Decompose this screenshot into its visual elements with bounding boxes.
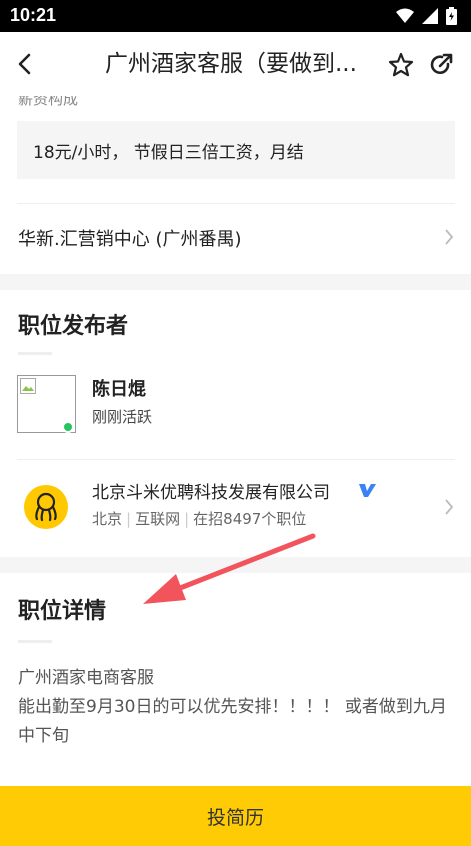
company-openings: 在招8497个职位: [193, 510, 307, 528]
separator: |: [126, 510, 132, 528]
job-info-card: 薪资构成 18元/小时， 节假日三倍工资，月结 华新.汇营销中心 (广州番禺): [0, 96, 471, 274]
company-industry: 互联网: [135, 510, 181, 528]
page-title: 广州酒家客服（要做到...: [105, 51, 357, 77]
title-underline: [18, 352, 52, 355]
online-status-dot: [62, 421, 74, 433]
battery-icon: [446, 7, 457, 25]
apply-resume-button[interactable]: 投简历: [0, 786, 471, 846]
divider: [17, 203, 455, 204]
company-row[interactable]: 北京斗米优聘科技发展有限公司 北京 | 互联网 | 在招8497个职位: [0, 462, 471, 552]
salary-section-label: 薪资构成: [18, 96, 79, 108]
status-icons: [396, 7, 457, 25]
wifi-icon: [396, 8, 414, 23]
publisher-activity-status: 刚刚活跃: [92, 408, 153, 426]
publisher-card: 职位发布者 陈日焜 刚刚活跃 北京斗米优聘科技发展有限公司 北京 | 互联网 | 在招8…: [0, 290, 471, 557]
company-logo: [24, 485, 68, 529]
share-icon[interactable]: [427, 51, 455, 79]
job-detail-card: 职位详情 广州酒家电商客服 能出勤至9月30日的可以优先安排！！！！ 或者做到九…: [0, 573, 471, 786]
company-meta: 北京 | 互联网 | 在招8497个职位: [92, 508, 306, 529]
chevron-right-icon: [445, 229, 454, 245]
top-nav-bar: 广州酒家客服（要做到...: [0, 32, 471, 96]
status-bar: 10:21: [0, 0, 471, 32]
company-city: 北京: [92, 510, 123, 528]
title-underline: [18, 640, 52, 643]
divider: [17, 459, 455, 460]
status-time: 10:21: [10, 5, 57, 25]
broken-image-icon: [20, 378, 36, 394]
signal-icon: [422, 8, 438, 24]
salary-text: 18元/小时， 节假日三倍工资，月结: [33, 143, 304, 163]
job-detail-section-title: 职位详情: [18, 599, 107, 624]
job-description-line: 广州酒家电商客服: [18, 668, 154, 688]
back-arrow-icon[interactable]: [12, 50, 40, 78]
salary-box: 18元/小时， 节假日三倍工资，月结: [17, 121, 455, 179]
company-name: 北京斗米优聘科技发展有限公司: [92, 483, 330, 503]
publisher-name: 陈日焜: [92, 379, 146, 400]
separator: |: [184, 510, 190, 528]
scroll-content[interactable]: 薪资构成 18元/小时， 节假日三倍工资，月结 华新.汇营销中心 (广州番禺) …: [0, 96, 471, 786]
job-description-line: 能出勤至9月30日的可以优先安排！！！！ 或者做到九月中下旬: [18, 697, 447, 746]
work-location-text: 华新.汇营销中心 (广州番禺): [18, 229, 242, 250]
publisher-section-title: 职位发布者: [18, 314, 129, 339]
star-icon[interactable]: [387, 51, 415, 79]
verified-v-icon: [359, 484, 376, 497]
chevron-right-icon: [445, 499, 454, 515]
octopus-logo-icon: [35, 492, 57, 522]
work-location-row[interactable]: 华新.汇营销中心 (广州番禺): [0, 206, 471, 266]
job-description: 广州酒家电商客服 能出勤至9月30日的可以优先安排！！！！ 或者做到九月中下旬: [18, 664, 458, 751]
